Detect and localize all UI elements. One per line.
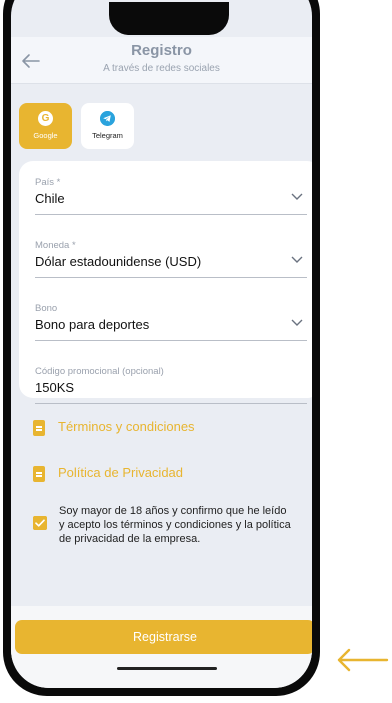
chevron-down-icon[interactable]	[291, 256, 303, 264]
country-label: País *	[35, 177, 61, 188]
device-notch	[109, 2, 229, 35]
currency-select[interactable]: Moneda * Dólar estadounidense (USD)	[35, 240, 307, 278]
document-icon	[33, 420, 45, 436]
page-title: Registro	[131, 42, 192, 59]
register-button[interactable]: Registrarse	[15, 620, 312, 654]
telegram-icon	[100, 111, 115, 126]
currency-value: Dólar estadounidense (USD)	[35, 254, 202, 269]
header-bar: Registro A través de redes sociales	[11, 37, 312, 84]
pointer-arrow-icon	[337, 648, 389, 672]
country-select[interactable]: País * Chile	[35, 177, 307, 215]
google-signup-button[interactable]: G Google	[19, 103, 72, 149]
country-value: Chile	[35, 191, 65, 206]
google-icon: G	[38, 111, 53, 126]
bottom-bar: Registrarse	[11, 606, 312, 688]
bonus-value: Bono para deportes	[35, 317, 150, 332]
phone-frame: Registro A través de redes sociales G Go…	[3, 0, 320, 696]
chevron-down-icon[interactable]	[291, 193, 303, 201]
privacy-link-label: Política de Privacidad	[58, 465, 184, 480]
consent-text: Soy mayor de 18 años y confirmo que he l…	[59, 505, 291, 545]
chevron-down-icon[interactable]	[291, 319, 303, 327]
bonus-label: Bono	[35, 303, 58, 314]
telegram-signup-button[interactable]: Telegram	[81, 103, 134, 149]
telegram-label: Telegram	[92, 131, 123, 140]
promo-code-value: 150KS	[35, 380, 75, 395]
google-label: Google	[33, 131, 58, 140]
promo-code-label: Código promocional (opcional)	[35, 366, 164, 377]
bonus-select[interactable]: Bono Bono para deportes	[35, 303, 307, 341]
page-subtitle: A través de redes sociales	[103, 63, 220, 74]
consent-checkbox[interactable]	[33, 516, 47, 530]
home-indicator	[117, 667, 217, 670]
app-screen: Registro A través de redes sociales G Go…	[11, 0, 312, 688]
terms-link-label: Términos y condiciones	[58, 419, 195, 434]
currency-label: Moneda *	[35, 240, 76, 251]
registration-form: País * Chile Moneda * Dólar estadouniden…	[19, 161, 312, 404]
document-icon	[33, 466, 45, 482]
promo-code-input[interactable]: Código promocional (opcional) 150KS	[35, 366, 307, 404]
